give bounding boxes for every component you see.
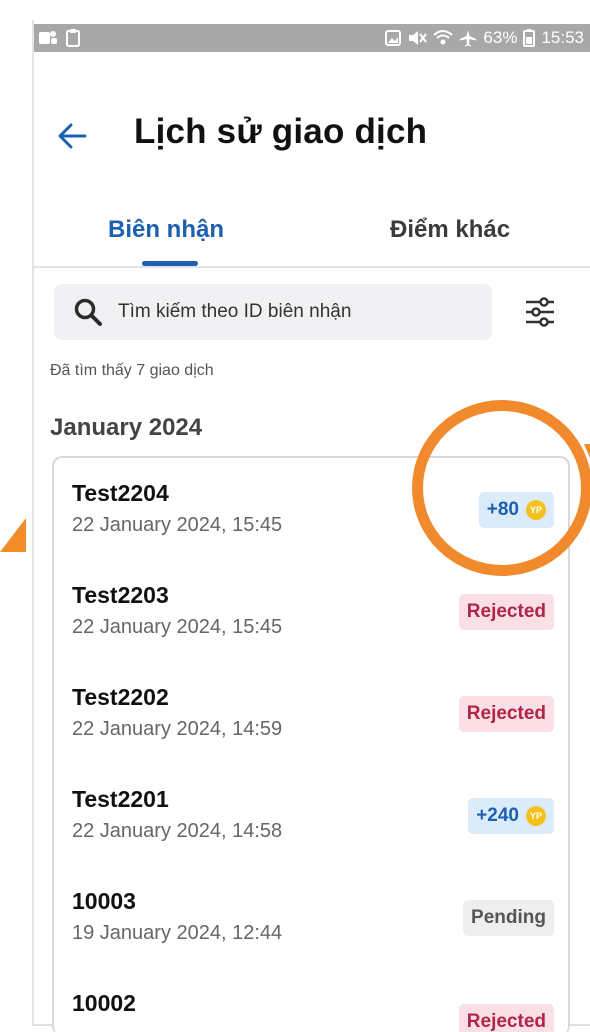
search-box[interactable] xyxy=(54,284,492,340)
back-button[interactable] xyxy=(50,114,94,158)
page-title: Lịch sử giao dịch xyxy=(134,112,428,151)
transaction-row[interactable]: Test2201 22 January 2024, 14:58 +240 YP xyxy=(54,764,568,864)
clipboard-icon xyxy=(66,29,80,47)
wifi-icon xyxy=(433,30,454,45)
status-badge: Rejected xyxy=(458,1004,554,1032)
search-icon xyxy=(70,294,106,330)
transaction-id: 10003 xyxy=(72,888,136,914)
status-bar: 63% 15:53 xyxy=(34,24,590,52)
points-value: +80 xyxy=(486,499,519,520)
transaction-row[interactable]: 10003 19 January 2024, 12:44 Pending xyxy=(54,866,568,966)
search-input[interactable] xyxy=(118,301,478,323)
transaction-id: 10002 xyxy=(72,990,136,1016)
tab-receipts[interactable]: Biên nhận xyxy=(108,216,224,244)
coin-icon: YP xyxy=(526,500,546,520)
filter-button[interactable] xyxy=(518,290,562,334)
points-value: +240 xyxy=(476,805,519,826)
frame-edge xyxy=(0,0,30,1032)
points-badge: +240 YP xyxy=(468,798,554,834)
transaction-row[interactable]: Test2203 22 January 2024, 15:45 Rejected xyxy=(54,560,568,660)
status-badge: Rejected xyxy=(458,696,554,732)
transaction-date: 22 January 2024, 14:58 xyxy=(72,820,283,842)
sliders-icon xyxy=(526,297,554,327)
transaction-date: 22 January 2024, 15:45 xyxy=(72,514,283,536)
tab-other-points[interactable]: Điểm khác xyxy=(390,216,510,244)
coin-icon: YP xyxy=(526,806,546,826)
transaction-id: Test2202 xyxy=(72,684,169,710)
mute-icon xyxy=(409,31,428,45)
annotation-arrow-right xyxy=(584,444,590,458)
points-badge: +80 YP xyxy=(478,492,554,528)
tab-bar: Biên nhận Điểm khác xyxy=(34,200,590,268)
status-right: 63% 15:53 xyxy=(385,28,584,48)
transaction-row[interactable]: Test2202 22 January 2024, 14:59 Rejected xyxy=(54,662,568,762)
transaction-date: 19 January 2024, 12:44 xyxy=(72,922,283,944)
transaction-id: Test2201 xyxy=(72,786,169,812)
active-tab-indicator xyxy=(142,261,198,266)
transaction-row[interactable]: Test2204 22 January 2024, 15:45 +80 YP xyxy=(54,458,568,558)
transaction-date: 22 January 2024, 15:45 xyxy=(72,616,283,638)
transaction-list: Test2204 22 January 2024, 15:45 +80 YP T… xyxy=(52,456,570,1032)
clock: 15:53 xyxy=(541,28,584,47)
battery-percent: 63% xyxy=(483,28,518,47)
month-header: January 2024 xyxy=(50,414,203,441)
status-badge: Pending xyxy=(463,900,554,936)
status-badge: Rejected xyxy=(458,594,554,630)
arrow-left-icon xyxy=(58,123,87,149)
result-count: Đã tìm thấy 7 giao dịch xyxy=(50,362,214,379)
frame-border-left xyxy=(32,20,34,1025)
image-icon xyxy=(385,30,402,46)
transaction-id: Test2203 xyxy=(72,582,169,608)
battery-icon xyxy=(523,29,536,47)
teams-icon xyxy=(39,31,57,44)
transaction-date: 22 January 2024, 14:59 xyxy=(72,718,283,740)
status-left xyxy=(38,29,80,47)
transaction-row[interactable]: 10002 Rejected xyxy=(54,968,568,1032)
airplane-icon xyxy=(460,30,477,47)
transaction-id: Test2204 xyxy=(72,480,169,506)
